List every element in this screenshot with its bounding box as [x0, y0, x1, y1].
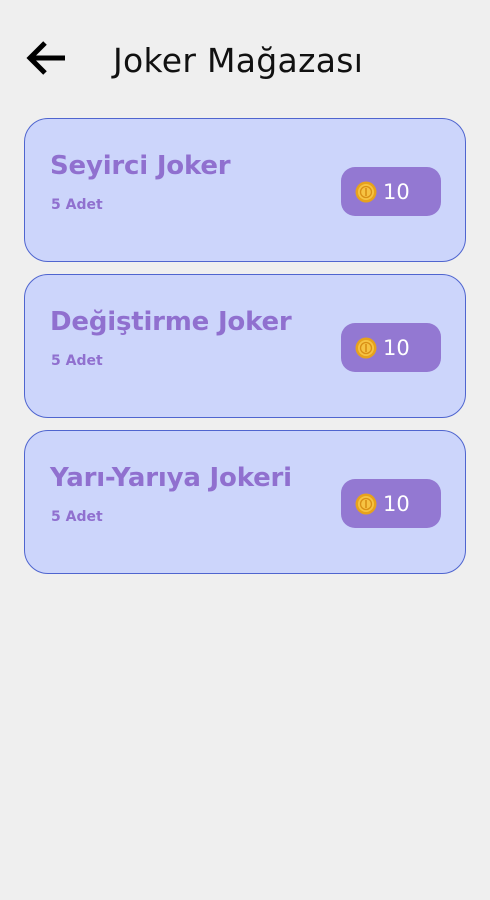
price-label: 10 [383, 179, 410, 204]
joker-quantity: 5 Adet [51, 197, 103, 213]
price-label: 10 [383, 491, 410, 516]
joker-card-seyirci[interactable]: Seyirci Joker 5 Adet 10 [24, 118, 466, 262]
joker-quantity: 5 Adet [51, 509, 103, 525]
app-header: Joker Mağazası [0, 0, 490, 120]
joker-name: Seyirci Joker [50, 151, 231, 181]
coin-icon [355, 181, 377, 203]
page-title: Joker Mağazası [113, 41, 364, 80]
joker-name: Yarı-Yarıya Jokeri [50, 463, 292, 493]
joker-list: Seyirci Joker 5 Adet 10 Değiştirme Joker… [24, 118, 468, 586]
buy-button[interactable]: 10 [341, 479, 441, 528]
joker-card-yari-yariya[interactable]: Yarı-Yarıya Jokeri 5 Adet 10 [24, 430, 466, 574]
joker-card-degistirme[interactable]: Değiştirme Joker 5 Adet 10 [24, 274, 466, 418]
coin-icon [355, 493, 377, 515]
price-label: 10 [383, 335, 410, 360]
buy-button[interactable]: 10 [341, 167, 441, 216]
buy-button[interactable]: 10 [341, 323, 441, 372]
arrow-left-icon [26, 41, 65, 75]
back-button[interactable] [22, 38, 70, 78]
joker-name: Değiştirme Joker [50, 307, 292, 337]
joker-quantity: 5 Adet [51, 353, 103, 369]
coin-icon [355, 337, 377, 359]
